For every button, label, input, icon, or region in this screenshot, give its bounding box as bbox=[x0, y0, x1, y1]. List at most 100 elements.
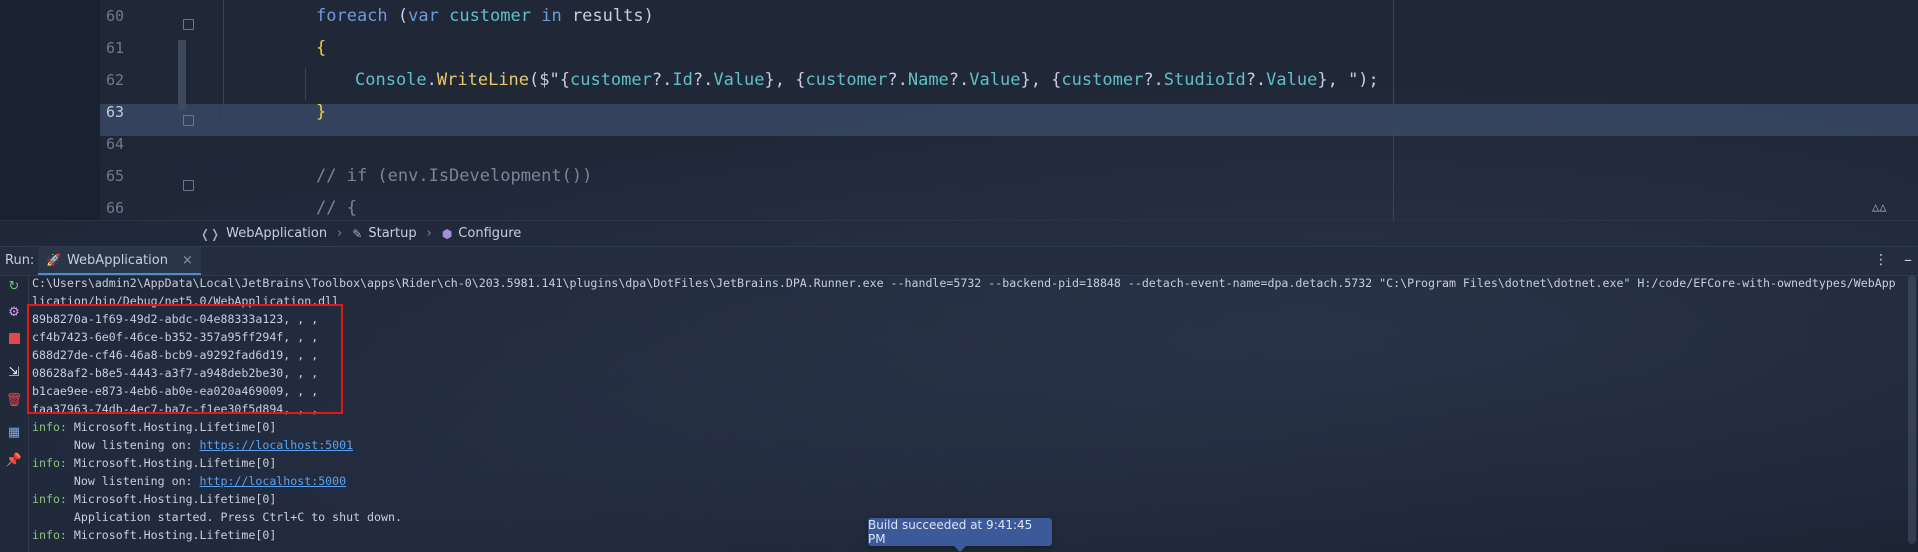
code-line[interactable]: { bbox=[316, 32, 326, 64]
code-token: in bbox=[541, 6, 572, 26]
code-token: Name bbox=[907, 70, 949, 90]
delete-icon[interactable]: 🗑 bbox=[5, 392, 23, 410]
stop-icon[interactable] bbox=[5, 332, 23, 350]
fold-icon[interactable] bbox=[183, 115, 194, 126]
method-icon: ⬢ bbox=[441, 226, 453, 241]
run-label: Run: bbox=[5, 253, 35, 268]
more-options-icon[interactable]: ⋮ bbox=[1874, 252, 1888, 268]
code-token: } bbox=[316, 102, 327, 122]
restore-layout-icon[interactable]: ⇲ bbox=[5, 364, 23, 382]
code-token: Value bbox=[713, 70, 765, 90]
log-line: Now listening on: http://localhost:5000 bbox=[32, 472, 346, 490]
code-token: // { bbox=[316, 198, 357, 218]
log-line: Application started. Press Ctrl+C to shu… bbox=[32, 508, 402, 526]
log-line: info: Microsoft.Hosting.Lifetime[0] bbox=[32, 454, 276, 472]
log-level: info: bbox=[32, 528, 67, 542]
code-token: foreach bbox=[316, 6, 398, 26]
line-number[interactable]: 62 bbox=[100, 64, 124, 96]
console-command-line: C:\Users\admin2\AppData\Local\JetBrains\… bbox=[32, 276, 1896, 290]
log-level: info: bbox=[32, 456, 67, 470]
localhost-link[interactable]: https://localhost:5001 bbox=[200, 438, 354, 452]
log-text: Microsoft.Hosting.Lifetime[0] bbox=[66, 528, 277, 542]
log-line: info: Microsoft.Hosting.Lifetime[0] bbox=[32, 526, 276, 544]
code-token: ( bbox=[397, 6, 409, 26]
rerun-icon[interactable]: ↻ bbox=[5, 278, 23, 296]
code-token: ?. bbox=[1245, 70, 1267, 90]
localhost-link[interactable]: http://localhost:5000 bbox=[200, 474, 347, 488]
indent-guide bbox=[305, 68, 306, 100]
code-token: ?. bbox=[651, 70, 673, 90]
code-token: WriteLine bbox=[436, 70, 530, 90]
chevron-right-icon: › bbox=[337, 226, 343, 241]
code-token: ?. bbox=[948, 70, 970, 90]
log-text: Now listening on: bbox=[32, 474, 200, 488]
inlay-hints-icon[interactable]: △△ bbox=[1872, 200, 1886, 214]
build-status-toast[interactable]: Build succeeded at 9:41:45 PM bbox=[868, 518, 1052, 546]
run-toolbar: ↻ ⚙ ⇲ 🗑 ▦ 📌 bbox=[0, 274, 29, 552]
line-number[interactable]: 61 bbox=[100, 32, 124, 64]
log-text: Now listening on: bbox=[32, 438, 200, 452]
code-token: var bbox=[408, 6, 450, 26]
line-number[interactable]: 60 bbox=[100, 0, 124, 32]
code-line[interactable]: Console.WriteLine($"{customer?.Id?.Value… bbox=[355, 64, 1379, 96]
log-line: info: Microsoft.Hosting.Lifetime[0] bbox=[32, 490, 276, 508]
code-token: . bbox=[426, 70, 437, 90]
code-line[interactable]: foreach (var customer in results) bbox=[316, 0, 654, 32]
code-token: Console bbox=[355, 70, 427, 90]
log-line: Now listening on: https://localhost:5001 bbox=[32, 436, 353, 454]
log-text: Microsoft.Hosting.Lifetime[0] bbox=[66, 420, 277, 434]
line-number[interactable]: 63 bbox=[100, 96, 124, 128]
code-token: ?. bbox=[887, 70, 908, 90]
toast-pointer bbox=[954, 546, 966, 552]
code-token: StudioId bbox=[1163, 70, 1246, 90]
settings-icon[interactable]: ⚙ bbox=[5, 304, 23, 322]
code-token: }, "); bbox=[1317, 70, 1379, 90]
highlight-box bbox=[27, 304, 343, 414]
breadcrumb-item-namespace[interactable]: WebApplication bbox=[226, 226, 327, 241]
line-number[interactable]: 64 bbox=[100, 128, 124, 160]
tab-label: WebApplication bbox=[66, 252, 168, 268]
code-token: ?. bbox=[1143, 70, 1164, 90]
line-number[interactable]: 65 bbox=[100, 160, 124, 192]
code-token: Id bbox=[672, 70, 693, 90]
code-token: ?. bbox=[692, 70, 714, 90]
log-level: info: bbox=[32, 420, 67, 434]
current-line-highlight bbox=[100, 104, 1918, 136]
code-token: }, { bbox=[764, 70, 806, 90]
code-line[interactable]: } bbox=[316, 96, 326, 128]
fold-icon[interactable] bbox=[183, 180, 194, 191]
close-icon[interactable]: × bbox=[182, 253, 193, 268]
code-token: customer bbox=[449, 6, 542, 26]
tab-webapplication[interactable]: 🚀 WebApplication × bbox=[38, 247, 201, 275]
fold-icon[interactable] bbox=[183, 19, 194, 30]
code-token: Value bbox=[1266, 70, 1318, 90]
code-token: // if (env.IsDevelopment()) bbox=[316, 166, 593, 186]
breadcrumb: ❬❭ WebApplication › ✎ Startup › ⬢ Config… bbox=[0, 220, 1918, 246]
minimize-icon[interactable]: – bbox=[1904, 250, 1912, 269]
log-level: info: bbox=[32, 492, 67, 506]
change-marker bbox=[178, 40, 186, 110]
log-text: Microsoft.Hosting.Lifetime[0] bbox=[66, 456, 277, 470]
pin-icon[interactable]: 📌 bbox=[5, 452, 23, 470]
log-line: info: Microsoft.Hosting.Lifetime[0] bbox=[32, 418, 276, 436]
code-token: }, { bbox=[1020, 70, 1062, 90]
code-token: results) bbox=[571, 6, 654, 26]
code-editor[interactable]: 60 foreach (var customer in results) 61 {62… bbox=[0, 0, 1918, 220]
run-tool-header: Run: 🚀 WebApplication × ⋮ – bbox=[0, 246, 1918, 276]
code-token: Value bbox=[969, 70, 1021, 90]
log-text: Microsoft.Hosting.Lifetime[0] bbox=[66, 492, 277, 506]
log-text: Application started. Press Ctrl+C to shu… bbox=[32, 510, 402, 524]
code-token: { bbox=[316, 38, 327, 58]
code-token: customer bbox=[805, 70, 888, 90]
code-line[interactable]: // if (env.IsDevelopment()) bbox=[316, 160, 592, 192]
class-icon: ✎ bbox=[352, 226, 363, 241]
grid-icon[interactable]: ▦ bbox=[5, 424, 23, 442]
breadcrumb-item-method[interactable]: Configure bbox=[458, 226, 521, 241]
console-scrollbar[interactable] bbox=[1908, 276, 1916, 544]
breadcrumb-item-class[interactable]: Startup bbox=[368, 226, 416, 241]
code-token: customer bbox=[569, 70, 652, 90]
code-token: ($"{ bbox=[529, 70, 570, 90]
code-token: customer bbox=[1061, 70, 1144, 90]
namespace-icon: ❬❭ bbox=[200, 226, 221, 241]
chevron-right-icon: › bbox=[426, 226, 432, 241]
